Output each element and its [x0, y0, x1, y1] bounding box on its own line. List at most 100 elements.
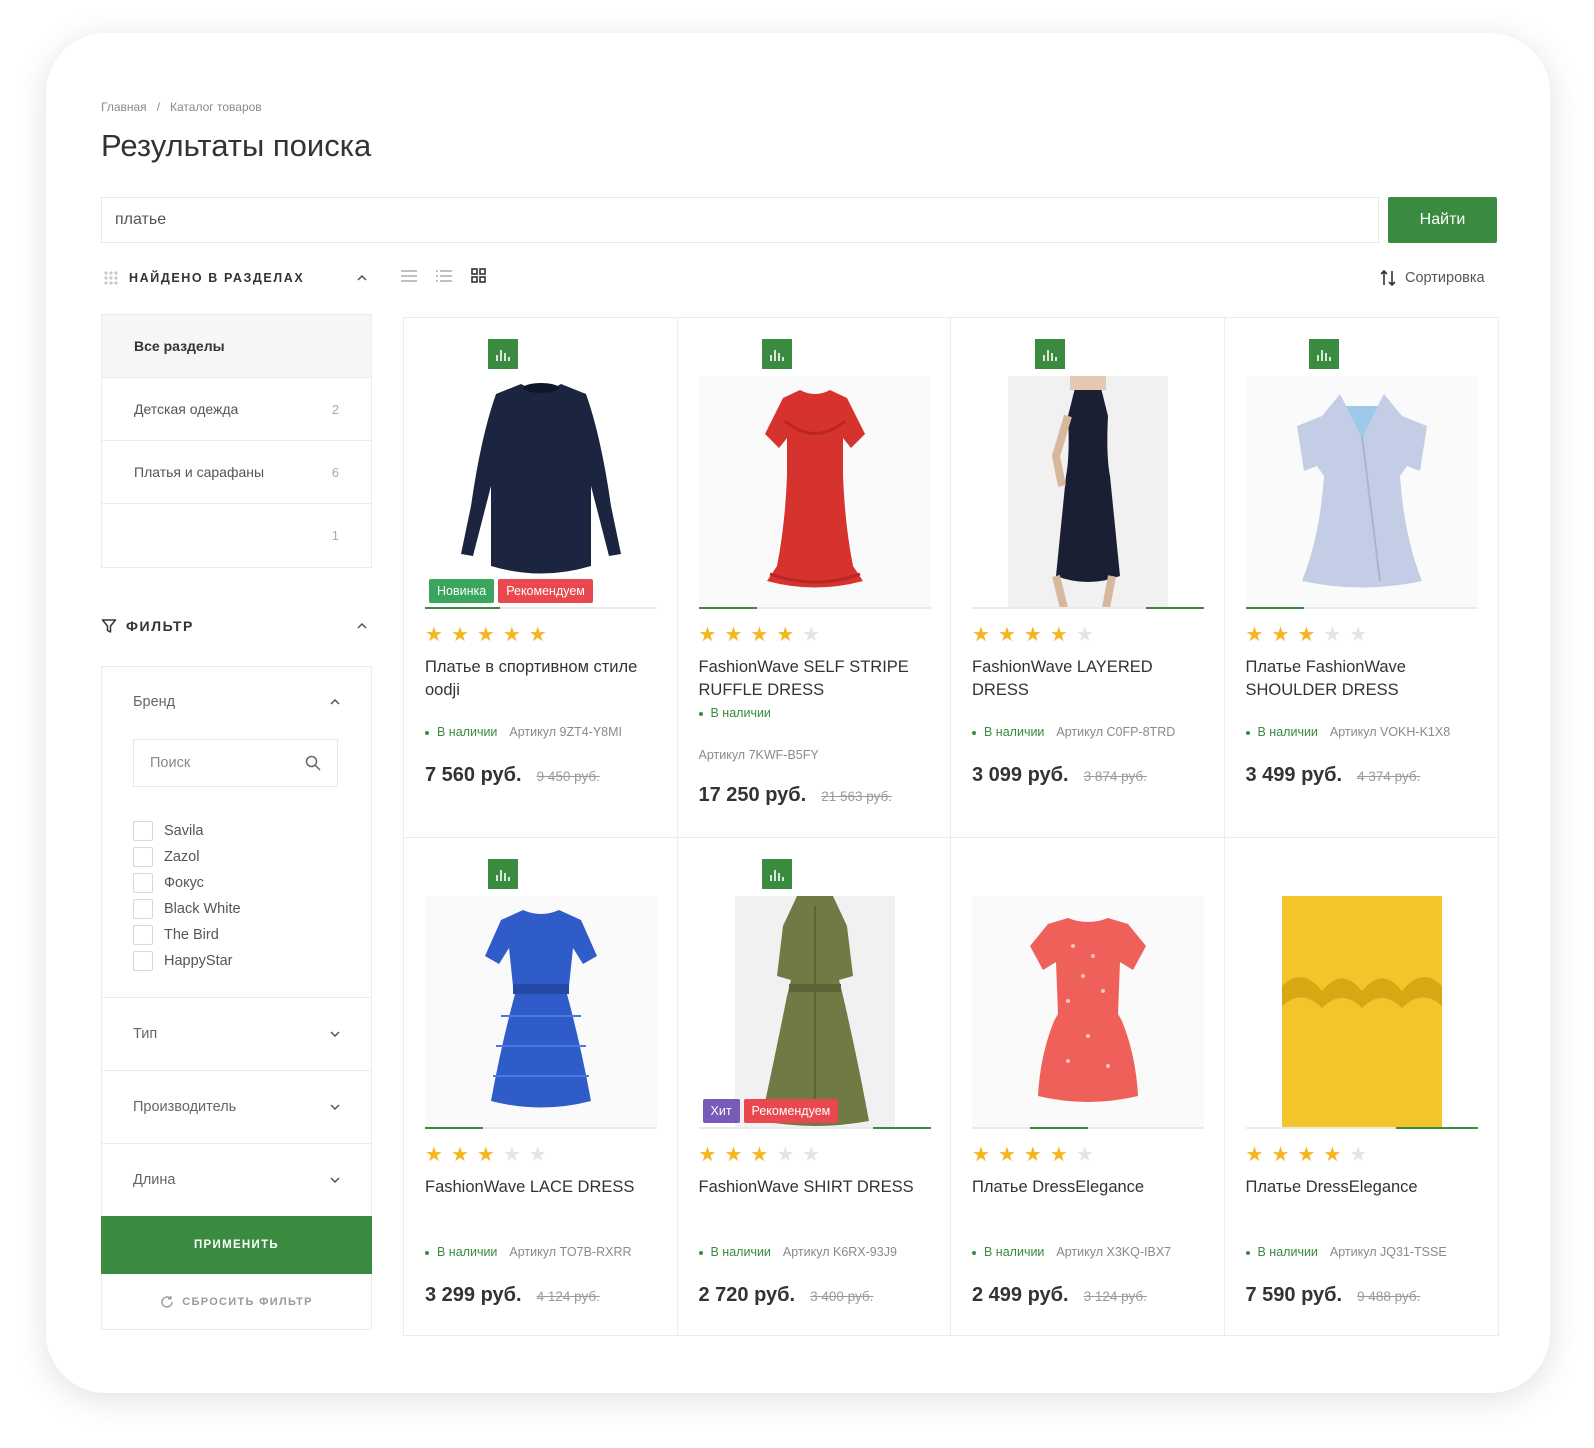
sections-header[interactable]: НАЙДЕНО В РАЗДЕЛАХ [103, 270, 367, 286]
product-image[interactable] [698, 376, 931, 608]
section-item-kids[interactable]: Детская одежда 2 [102, 378, 371, 441]
brand-option[interactable]: Black White [133, 896, 241, 922]
view-switcher [401, 268, 486, 283]
checkbox[interactable] [133, 873, 153, 893]
section-item-all[interactable]: Все разделы [102, 315, 371, 378]
brand-option[interactable]: Zazol [133, 844, 241, 870]
product-card[interactable]: Новинка Рекомендуем ★ ★ ★ ★ ★ Платье в спорт… [404, 318, 678, 838]
product-card[interactable]: ★ ★ ★ ★ ★ Платье DressElegance В наличии Арти… [951, 838, 1225, 1335]
reset-filter-button[interactable]: СБРОСИТЬ ФИЛЬТР [101, 1274, 372, 1330]
brand-filter-header[interactable]: Бренд [133, 694, 340, 710]
rating: ★ ★ ★ ★ ★ [972, 1145, 1094, 1165]
section-count: 1 [331, 528, 339, 543]
detailed-list-view-icon[interactable] [436, 269, 452, 283]
price-current: 2 499 руб. [972, 1284, 1069, 1306]
sort-label: Сортировка [1405, 270, 1485, 286]
chevron-up-icon[interactable] [357, 275, 367, 281]
product-name[interactable]: FashionWave SHIRT DRESS [699, 1176, 931, 1199]
checkbox[interactable] [133, 899, 153, 919]
section-item-unnamed[interactable]: 1 [102, 504, 371, 567]
product-card[interactable]: ★ ★ ★ ★ ★ FashionWave LAYERED DRESS В наличи… [951, 318, 1225, 838]
brand-option-label: Zazol [164, 849, 200, 865]
price-old: 3 124 руб. [1083, 1289, 1147, 1304]
bar-chart-icon [1316, 350, 1331, 361]
breadcrumb-catalog[interactable]: Каталог товаров [170, 100, 262, 114]
rating: ★ ★ ★ ★ ★ [1246, 1145, 1368, 1165]
apply-filter-button[interactable]: ПРИМЕНИТЬ [101, 1216, 372, 1274]
chevron-down-icon [330, 1104, 340, 1110]
sku: Артикул JQ31-TSSE [1329, 1245, 1447, 1259]
star-icon: ★ [972, 624, 990, 646]
search-input[interactable] [101, 197, 1379, 243]
filter-group-length[interactable]: Длина [102, 1143, 371, 1216]
product-name[interactable]: Платье FashionWave SHOULDER DRESS [1246, 656, 1478, 702]
product-image[interactable] [699, 896, 931, 1128]
price-current: 17 250 руб. [698, 784, 807, 806]
product-card[interactable]: ★ ★ ★ ★ ★ FashionWave LACE DRESS В наличии Ар… [404, 838, 678, 1335]
section-item-dresses[interactable]: Платья и сарафаны 6 [102, 441, 371, 504]
compare-button[interactable] [488, 859, 518, 889]
star-icon: ★ [528, 1144, 547, 1166]
breadcrumb-separator: / [156, 100, 161, 114]
grid-view-icon[interactable] [471, 268, 486, 283]
brand-search-placeholder: Поиск [150, 755, 191, 771]
filter-group-label: Производитель [133, 1099, 237, 1115]
search-icon[interactable] [305, 755, 321, 771]
sku: Артикул 7KWF-B5FY [698, 748, 819, 762]
product-card[interactable]: ★ ★ ★ ★ ★ FashionWave SELF STRIPE RUFFLE DRE… [677, 318, 951, 838]
brand-option[interactable]: The Bird [133, 922, 241, 948]
brand-search-input[interactable]: Поиск [133, 739, 338, 787]
product-card[interactable]: ★ ★ ★ ★ ★ Платье FashionWave SHOULDER DRESS … [1224, 318, 1498, 838]
product-name[interactable]: Платье в спортивном стиле oodji [425, 656, 657, 702]
image-progress-bar [425, 1127, 657, 1129]
checkbox[interactable] [133, 951, 153, 971]
compare-button[interactable] [761, 859, 792, 889]
filter-group-label: Длина [133, 1172, 176, 1188]
star-icon: ★ [1349, 1144, 1368, 1166]
product-card[interactable]: Хит Рекомендуем ★ ★ ★ ★ ★ FashionWave SHIRT … [678, 838, 951, 1335]
checkbox[interactable] [133, 925, 153, 945]
breadcrumb-home[interactable]: Главная [101, 100, 147, 114]
brand-option[interactable]: Фокус [133, 870, 241, 896]
star-icon: ★ [776, 624, 795, 646]
product-card[interactable]: ★ ★ ★ ★ ★ Платье DressElegance В наличии Арти… [1225, 838, 1499, 1335]
star-icon: ★ [972, 1144, 990, 1166]
stock-status: В наличии [1246, 1245, 1318, 1259]
star-icon: ★ [997, 624, 1016, 646]
product-image[interactable] [972, 376, 1204, 608]
rating: ★ ★ ★ ★ ★ [972, 625, 1094, 645]
product-name[interactable]: FashionWave SELF STRIPE RUFFLE DRESS [699, 656, 931, 702]
search-button[interactable]: Найти [1388, 197, 1497, 243]
brand-option[interactable]: HappyStar [133, 948, 241, 974]
brand-option[interactable]: Savila [133, 818, 241, 844]
product-image[interactable] [425, 376, 657, 608]
star-icon: ★ [1023, 1144, 1042, 1166]
checkbox[interactable] [133, 847, 153, 867]
compare-button[interactable] [1035, 339, 1065, 369]
product-name[interactable]: Платье DressElegance [1246, 1176, 1478, 1199]
checkbox[interactable] [133, 821, 153, 841]
chevron-up-icon[interactable] [357, 623, 367, 629]
compare-button[interactable] [761, 339, 792, 369]
filter-group-manufacturer[interactable]: Производитель [102, 1070, 371, 1143]
star-icon: ★ [724, 1144, 743, 1166]
compare-button[interactable] [1308, 339, 1339, 369]
product-image[interactable] [972, 896, 1204, 1128]
star-icon: ★ [802, 624, 821, 646]
product-image[interactable] [1245, 376, 1478, 608]
product-name[interactable]: FashionWave LACE DRESS [425, 1176, 657, 1199]
stock-status: В наличии [425, 1245, 497, 1259]
product-name[interactable]: FashionWave LAYERED DRESS [972, 656, 1204, 702]
filter-header[interactable]: ФИЛЬТР [101, 618, 367, 634]
product-image[interactable] [425, 896, 657, 1128]
compare-button[interactable] [488, 339, 518, 369]
sku: Артикул X3KQ-IBX7 [1056, 1245, 1172, 1259]
list-view-icon[interactable] [401, 269, 417, 283]
section-label: Все разделы [134, 338, 225, 354]
product-image[interactable] [1246, 896, 1478, 1128]
sort-control[interactable]: Сортировка [1379, 269, 1485, 287]
sku: Артикул VOKH-K1X8 [1329, 725, 1451, 739]
filter-group-type[interactable]: Тип [102, 997, 371, 1070]
product-name[interactable]: Платье DressElegance [972, 1176, 1204, 1199]
product-grid: Новинка Рекомендуем ★ ★ ★ ★ ★ Платье в спорт… [403, 317, 1499, 1336]
